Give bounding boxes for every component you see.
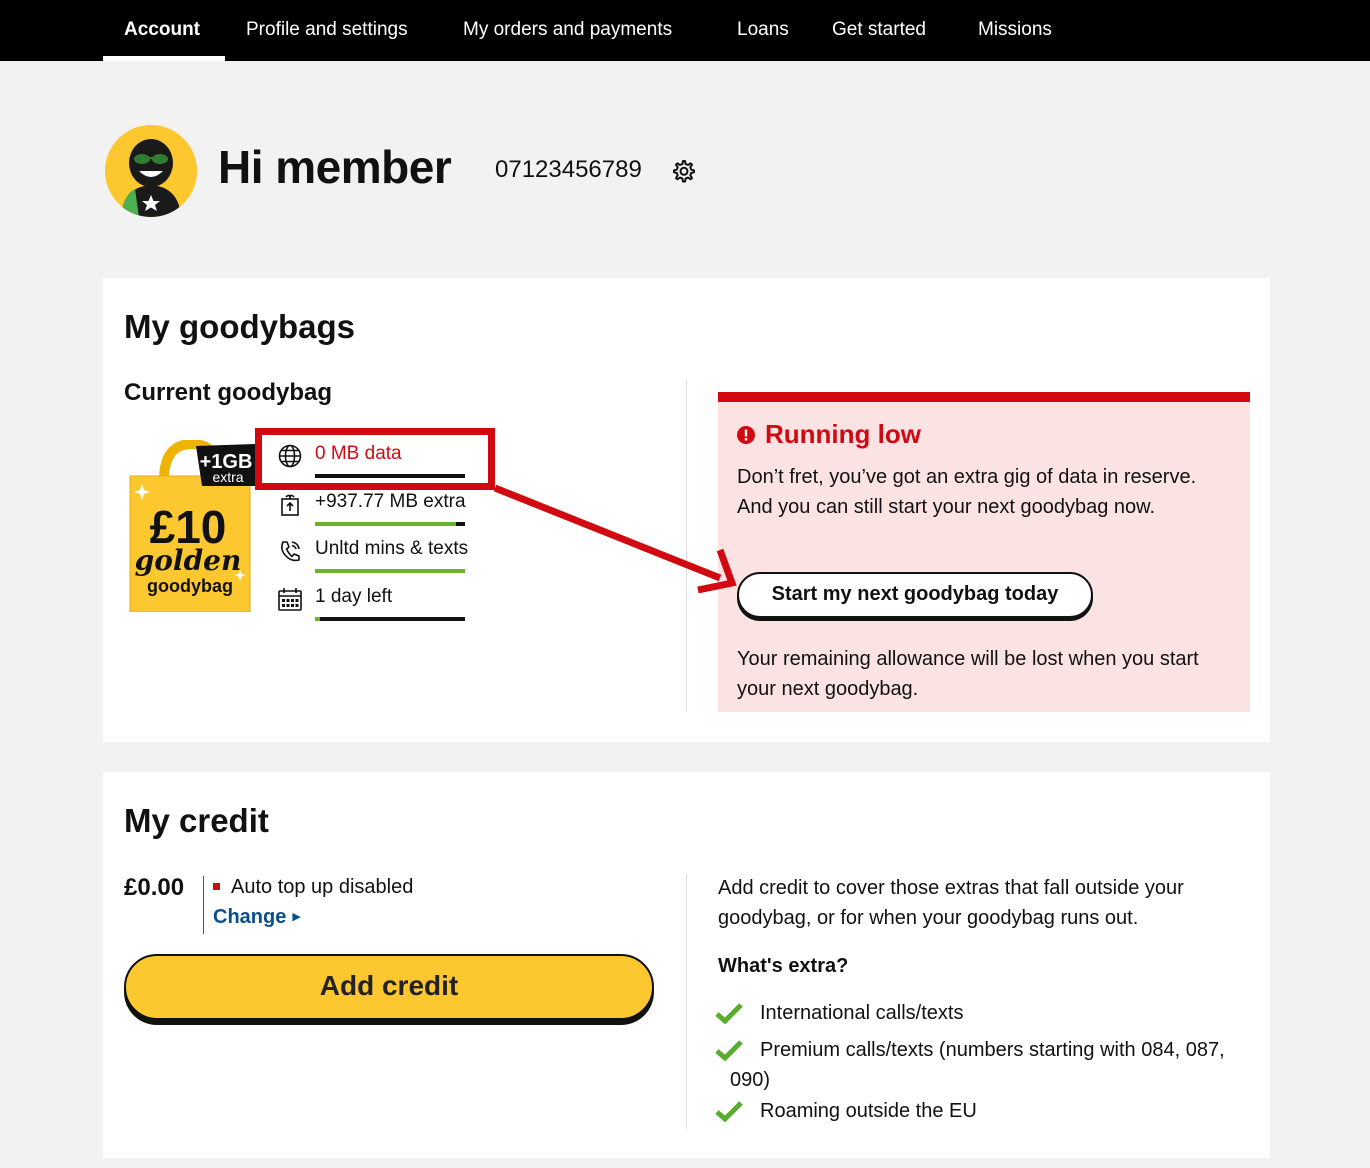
extras-item: Roaming outside the EU [715, 1096, 1245, 1126]
credit-amount: £0.00 [124, 874, 185, 901]
checkmark-icon [715, 1040, 743, 1061]
caret-right-icon: ▶ [292, 911, 301, 923]
change-link-label: Change [213, 906, 287, 928]
bag-badge-bottom: extra [212, 469, 243, 485]
goodybags-title: My goodybags [124, 308, 356, 345]
page-title: Hi member [218, 141, 452, 193]
tab-missions[interactable]: Missions [978, 0, 1052, 61]
checkmark-icon [715, 1003, 743, 1024]
allowance-extra-text: +937.77 MB extra [315, 491, 466, 512]
extras-item: Premium calls/texts (numbers starting wi… [715, 1035, 1245, 1095]
allowance-extra-bar [315, 522, 465, 526]
tab-orders-payments[interactable]: My orders and payments [463, 0, 672, 61]
alert-icon [737, 426, 755, 444]
top-nav: Account Profile and settings My orders a… [0, 0, 1370, 61]
goodybag-image: £10 golden goodybag +1GB extra [128, 438, 256, 613]
alert-footer: Your remaining allowance will be lost wh… [737, 648, 1199, 700]
gift-icon [281, 494, 299, 516]
credit-title: My credit [124, 802, 269, 839]
calendar-icon [278, 588, 302, 611]
auto-topup-status: Auto top up disabled [231, 876, 414, 898]
credit-description: Add credit to cover those extras that fa… [718, 877, 1184, 929]
phone-icon [281, 541, 300, 562]
credit-card: My credit £0.00 Auto top up disabled Cha… [103, 772, 1270, 1158]
avatar-sunglasses-icon [105, 125, 197, 217]
bag-line-goodybag: goodybag [147, 576, 233, 596]
extras-item: International calls/texts [715, 998, 1245, 1028]
credit-column-divider [686, 874, 687, 1129]
add-credit-button[interactable]: Add credit [124, 954, 654, 1020]
alert-title: Running low [765, 419, 921, 449]
tab-loans[interactable]: Loans [737, 0, 789, 61]
alert-body: Don’t fret, you’ve got an extra gig of d… [737, 466, 1197, 518]
avatar[interactable] [105, 125, 197, 217]
change-topup-link[interactable]: Change ▶ [213, 906, 301, 929]
tab-account[interactable]: Account [124, 0, 200, 61]
allowance-mins-text: Unltd mins & texts [315, 538, 469, 559]
extras-title: What's extra? [718, 955, 849, 977]
tab-get-started[interactable]: Get started [832, 0, 926, 61]
extras-item-text: Premium calls/texts (numbers starting wi… [730, 1039, 1225, 1091]
extras-item-text: Roaming outside the EU [760, 1100, 977, 1122]
bag-line-golden: golden [135, 544, 242, 577]
annotation-highlight-box [255, 428, 495, 490]
allowance-days-text: 1 day left [315, 586, 393, 607]
gear-icon[interactable] [670, 158, 696, 184]
allowance-days-bar [315, 617, 465, 621]
credit-divider [203, 876, 204, 934]
current-goodybag-title: Current goodybag [124, 379, 332, 406]
active-tab-indicator [103, 56, 225, 61]
status-indicator-dot [213, 883, 220, 890]
checkmark-icon [715, 1101, 743, 1122]
start-next-goodybag-button[interactable]: Start my next goodybag today [737, 572, 1093, 618]
tab-profile-settings[interactable]: Profile and settings [246, 0, 408, 61]
annotation-arrow [493, 484, 737, 594]
running-low-alert: Running low Don’t fret, you’ve got an ex… [718, 392, 1250, 712]
extras-item-text: International calls/texts [760, 1002, 964, 1024]
phone-number: 07123456789 [495, 156, 642, 183]
allowance-mins-bar [315, 569, 465, 573]
